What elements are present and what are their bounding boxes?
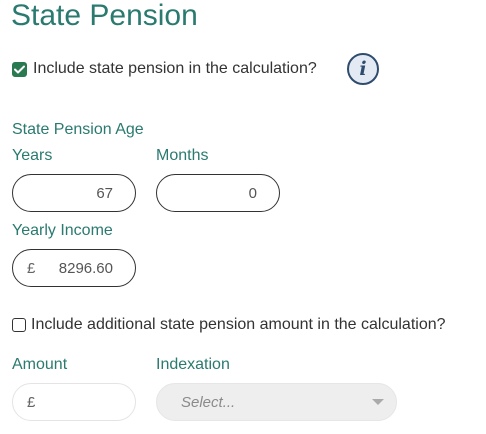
months-label: Months <box>156 147 209 164</box>
indexation-select[interactable]: Select... <box>156 383 397 421</box>
chevron-down-icon <box>372 399 384 405</box>
include-state-pension-row[interactable]: Include state pension in the calculation… <box>12 60 317 78</box>
include-state-pension-label: Include state pension in the calculation… <box>33 60 317 77</box>
include-additional-checkbox[interactable] <box>12 318 26 332</box>
amount-currency-prefix: £ <box>27 393 36 411</box>
yearly-income-value: 8296.60 <box>58 259 113 277</box>
info-icon: i <box>359 57 367 80</box>
amount-input[interactable]: £ <box>12 383 136 421</box>
info-button[interactable]: i <box>347 53 379 85</box>
state-pension-age-heading: State Pension Age <box>12 121 144 138</box>
years-value: 67 <box>96 184 113 202</box>
indexation-label: Indexation <box>156 356 230 373</box>
include-additional-label: Include additional state pension amount … <box>31 316 446 333</box>
years-input[interactable]: 67 <box>12 174 136 212</box>
yearly-income-label: Yearly Income <box>12 222 113 239</box>
indexation-placeholder: Select... <box>181 393 236 411</box>
checkmark-icon <box>14 65 25 73</box>
yearly-income-input[interactable]: £ 8296.60 <box>12 249 136 287</box>
currency-prefix: £ <box>27 259 36 277</box>
include-additional-row[interactable]: Include additional state pension amount … <box>12 316 446 334</box>
months-value: 0 <box>248 184 257 202</box>
months-input[interactable]: 0 <box>156 174 280 212</box>
page-title: State Pension <box>11 0 198 32</box>
include-state-pension-checkbox[interactable] <box>12 61 27 77</box>
amount-label: Amount <box>12 356 68 373</box>
years-label: Years <box>12 147 53 164</box>
